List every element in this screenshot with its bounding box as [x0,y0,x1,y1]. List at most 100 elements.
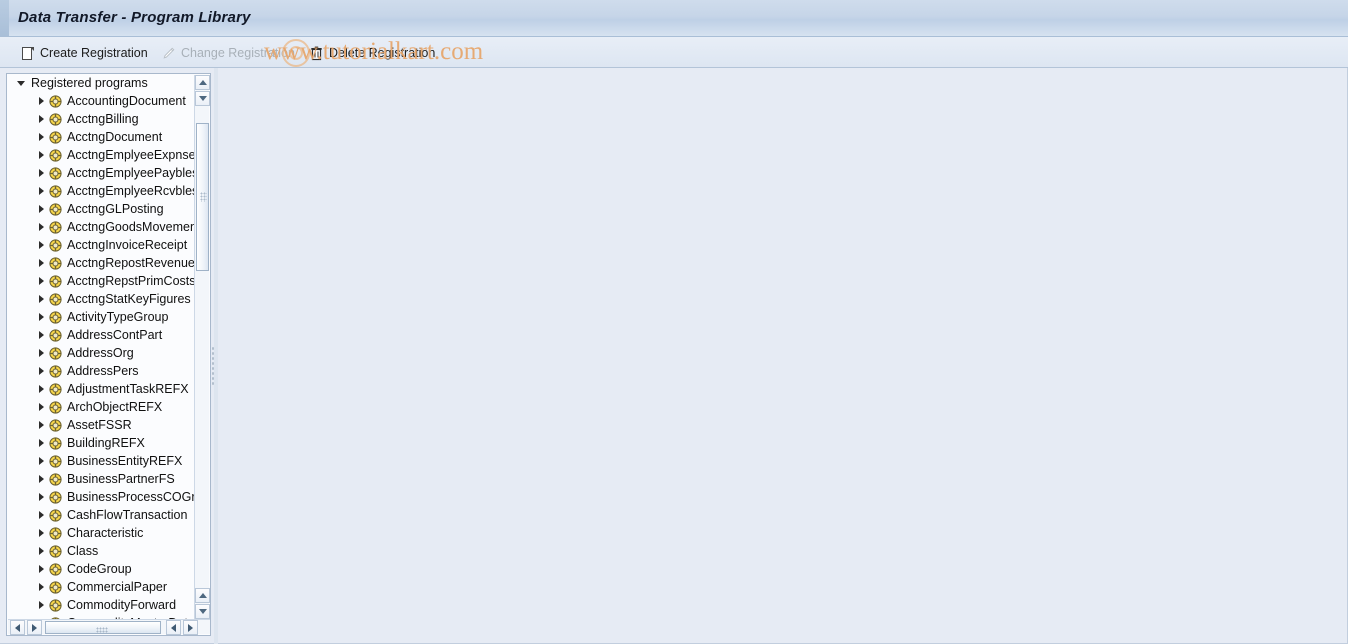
tree-scroll-area[interactable]: Registered programs AccountingDocument Ac… [7,74,196,620]
tree-root-node[interactable]: Registered programs [7,74,196,92]
tree-item[interactable]: Characteristic [7,524,196,542]
chevron-right-icon[interactable] [39,529,44,537]
tree-item-label: AcctngStatKeyFigures [67,291,191,306]
tree-item[interactable]: AcctngRepostRevenue [7,254,196,272]
scroll-thumb-grip [200,192,207,202]
tree-item[interactable]: BuildingREFX [7,434,196,452]
delete-registration-button[interactable]: Delete Registration [303,41,441,66]
tree-horizontal-scrollbar[interactable] [8,619,210,635]
tree-item[interactable]: AcctngEmplyeeExpnses [7,146,196,164]
bapi-object-icon [49,382,62,396]
bapi-object-icon [49,310,62,324]
tree-item[interactable]: AssetFSSR [7,416,196,434]
chevron-right-icon[interactable] [39,403,44,411]
tree-item[interactable]: CommercialPaper [7,578,196,596]
tree-vertical-scrollbar[interactable] [194,75,210,619]
tree-item[interactable]: AcctngRepstPrimCosts [7,272,196,290]
bapi-object-icon [49,94,62,108]
tree-item[interactable]: AddressContPart [7,326,196,344]
scroll-down-button[interactable] [195,91,210,106]
chevron-right-icon[interactable] [39,565,44,573]
chevron-right-icon[interactable] [39,259,44,267]
tree-item[interactable]: AddressPers [7,362,196,380]
tree-item[interactable]: AcctngInvoiceReceipt [7,236,196,254]
tree-item[interactable]: CodeGroup [7,560,196,578]
tree-item[interactable]: AccountingDocument [7,92,196,110]
chevron-right-icon[interactable] [39,277,44,285]
scroll-right-button-end[interactable] [183,620,198,635]
scroll-down-button-bottom[interactable] [195,604,210,619]
chevron-right-icon[interactable] [39,151,44,159]
tree-item[interactable]: AdjustmentTaskREFX [7,380,196,398]
chevron-right-icon[interactable] [39,439,44,447]
tree-item[interactable]: BusinessProcessCOGrp [7,488,196,506]
chevron-right-icon[interactable] [39,493,44,501]
chevron-right-icon[interactable] [39,295,44,303]
tree-item-label: AcctngRepstPrimCosts [67,273,196,288]
chevron-right-icon[interactable] [39,511,44,519]
tree-item[interactable]: AcctngBilling [7,110,196,128]
bapi-object-icon [49,436,62,450]
scroll-up-button-bottom[interactable] [195,588,210,603]
create-registration-label: Create Registration [40,46,148,61]
chevron-right-icon[interactable] [39,457,44,465]
tree-item[interactable]: AcctngEmplyeePaybles [7,164,196,182]
chevron-right-icon[interactable] [39,115,44,123]
tree-item[interactable]: AcctngEmplyeeRcvbles [7,182,196,200]
tree-item[interactable]: ActivityTypeGroup [7,308,196,326]
chevron-right-icon[interactable] [39,241,44,249]
pencil-icon [161,46,176,62]
bapi-object-icon [49,598,62,612]
bapi-object-icon [49,544,62,558]
change-registration-label: Change Registration [181,46,295,61]
tree-item[interactable]: CommodityForward [7,596,196,614]
chevron-right-icon[interactable] [39,349,44,357]
tree-item[interactable]: BusinessPartnerFS [7,470,196,488]
horizontal-scroll-thumb[interactable] [45,621,161,634]
tree-item[interactable]: AddressOrg [7,344,196,362]
tree-item-label: AdjustmentTaskREFX [67,381,189,396]
chevron-right-icon[interactable] [39,187,44,195]
tree-item[interactable]: CashFlowTransaction [7,506,196,524]
chevron-down-icon[interactable] [17,80,25,86]
chevron-right-icon[interactable] [39,313,44,321]
create-registration-button[interactable]: Create Registration [14,41,154,66]
chevron-right-icon[interactable] [39,367,44,375]
tree-item-label: ArchObjectREFX [67,399,163,414]
tree-item[interactable]: ArchObjectREFX [7,398,196,416]
chevron-right-icon[interactable] [39,547,44,555]
chevron-right-icon[interactable] [39,223,44,231]
bapi-object-icon [49,472,62,486]
tree-item[interactable]: Class [7,542,196,560]
tree-item[interactable]: BusinessEntityREFX [7,452,196,470]
tree-item[interactable]: AcctngGoodsMovement [7,218,196,236]
panel-splitter-handle[interactable] [211,346,216,386]
bapi-object-icon [49,364,62,378]
tree-item-label: BuildingREFX [67,435,145,450]
scroll-right-button[interactable] [27,620,42,635]
trash-icon [309,46,324,62]
bapi-object-icon [49,274,62,288]
tree-item-label: AccountingDocument [67,93,186,108]
chevron-right-icon[interactable] [39,97,44,105]
scroll-left-button[interactable] [10,620,25,635]
chevron-right-icon[interactable] [39,601,44,609]
tree-item-label: BusinessEntityREFX [67,453,183,468]
chevron-right-icon[interactable] [39,583,44,591]
chevron-right-icon[interactable] [39,169,44,177]
tree-item[interactable]: AcctngGLPosting [7,200,196,218]
chevron-right-icon[interactable] [39,133,44,141]
tree-item[interactable]: AcctngDocument [7,128,196,146]
chevron-right-icon[interactable] [39,331,44,339]
chevron-right-icon[interactable] [39,205,44,213]
application-window: Data Transfer - Program Library Create R… [0,0,1348,644]
arrow-right-icon [32,623,37,632]
tree-item[interactable]: AcctngStatKeyFigures [7,290,196,308]
scroll-left-button-end[interactable] [166,620,181,635]
vertical-scroll-thumb[interactable] [196,123,209,271]
bapi-object-icon [49,562,62,576]
chevron-right-icon[interactable] [39,385,44,393]
chevron-right-icon[interactable] [39,475,44,483]
chevron-right-icon[interactable] [39,421,44,429]
scroll-up-button[interactable] [195,75,210,90]
